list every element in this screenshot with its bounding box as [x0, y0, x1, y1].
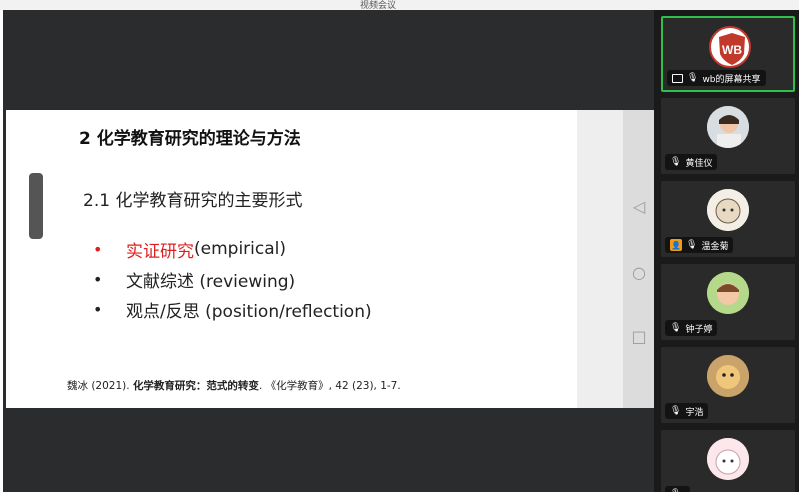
bullet-list: • 实证研究 (empirical) • 文献综述 (reviewing) • …	[93, 234, 372, 324]
back-icon[interactable]: ◁	[631, 197, 647, 216]
mic-muted-icon: 🎙	[670, 323, 682, 333]
mic-muted-icon: 🎙	[670, 406, 682, 416]
wb-logo-icon: WB	[709, 26, 751, 68]
side-drawer-handle[interactable]	[29, 173, 43, 239]
bullet-item: • 实证研究 (empirical)	[93, 234, 372, 264]
cartoon-avatar	[707, 189, 749, 231]
participant-tile[interactable]: 🎙 宇浩	[661, 347, 795, 423]
participant-name: 宇浩	[685, 407, 704, 418]
slide-margin	[577, 110, 623, 408]
participant-label: 👤 🎙 温金菊	[665, 237, 734, 253]
mic-muted-icon: 🎙	[686, 240, 698, 250]
participant-label: 🎙 wb的屏幕共享	[667, 70, 766, 86]
recent-apps-icon[interactable]: □	[631, 327, 647, 346]
participant-tile[interactable]: 🎙	[661, 430, 795, 492]
child-photo-avatar	[707, 106, 749, 148]
participant-label: 🎙 钟子婷	[665, 320, 718, 336]
bullet-text: 文献综述 (reviewing)	[126, 271, 296, 292]
bullet-dot-icon: •	[93, 269, 103, 289]
participant-tile[interactable]: 👤 🎙 温金菊	[661, 181, 795, 257]
slide-reference: 魏冰 (2021). 化学教育研究：范式的转变. 《化学教育》, 42 (23)…	[67, 378, 401, 393]
presentation-slide: 2 化学教育研究的理论与方法 2.1 化学教育研究的主要形式 • 实证研究 (e…	[6, 110, 657, 408]
reference-prefix: 魏冰 (2021).	[67, 380, 133, 392]
participant-tile[interactable]: 🎙 黄佳仪	[661, 98, 795, 174]
svg-text:WB: WB	[722, 43, 742, 57]
toy-avatar	[707, 355, 749, 397]
child-photo-avatar	[707, 272, 749, 314]
participant-tile[interactable]: WB 🎙 wb的屏幕共享	[661, 16, 795, 92]
participant-label: 🎙 宇浩	[665, 403, 709, 419]
window-titlebar: 视频会议	[0, 0, 799, 11]
mic-icon: 🎙	[687, 73, 699, 83]
participant-label: 🎙 黄佳仪	[665, 154, 718, 170]
participant-name: wb的屏幕共享	[702, 74, 761, 85]
slide-subtitle: 2.1 化学教育研究的主要形式	[83, 191, 303, 211]
bullet-highlight: 实证研究	[126, 241, 194, 262]
participant-name: 钟子婷	[685, 324, 713, 335]
participants-panel: WB 🎙 wb的屏幕共享 🎙 黄佳仪 👤 🎙 温金菊 🎙 钟子婷 🎙 宇浩	[654, 10, 799, 492]
slide-title: 2 化学教育研究的理论与方法	[79, 129, 301, 149]
nav-bar-area	[623, 110, 657, 408]
host-icon: 👤	[670, 239, 682, 251]
hamster-avatar	[707, 438, 749, 480]
bullet-text: (empirical)	[194, 239, 286, 259]
participant-tile[interactable]: 🎙 钟子婷	[661, 264, 795, 340]
bullet-dot-icon: •	[93, 299, 103, 319]
participant-name: 黄佳仪	[685, 158, 713, 169]
reference-title: 化学教育研究：范式的转变	[132, 380, 259, 392]
home-icon[interactable]: ○	[631, 263, 647, 282]
bullet-text: 观点/反思 (position/reflection)	[126, 301, 372, 322]
participant-name: 温金菊	[701, 241, 729, 252]
bullet-dot-icon: •	[93, 239, 103, 259]
bullet-item: • 文献综述 (reviewing)	[93, 264, 372, 294]
shared-screen: 2 化学教育研究的理论与方法 2.1 化学教育研究的主要形式 • 实证研究 (e…	[3, 10, 657, 492]
screen-share-icon	[672, 73, 683, 83]
bullet-item: • 观点/反思 (position/reflection)	[93, 294, 372, 324]
reference-suffix: . 《化学教育》, 42 (23), 1-7.	[258, 380, 401, 392]
mic-muted-icon: 🎙	[670, 157, 682, 167]
participant-label: 🎙	[665, 486, 691, 492]
